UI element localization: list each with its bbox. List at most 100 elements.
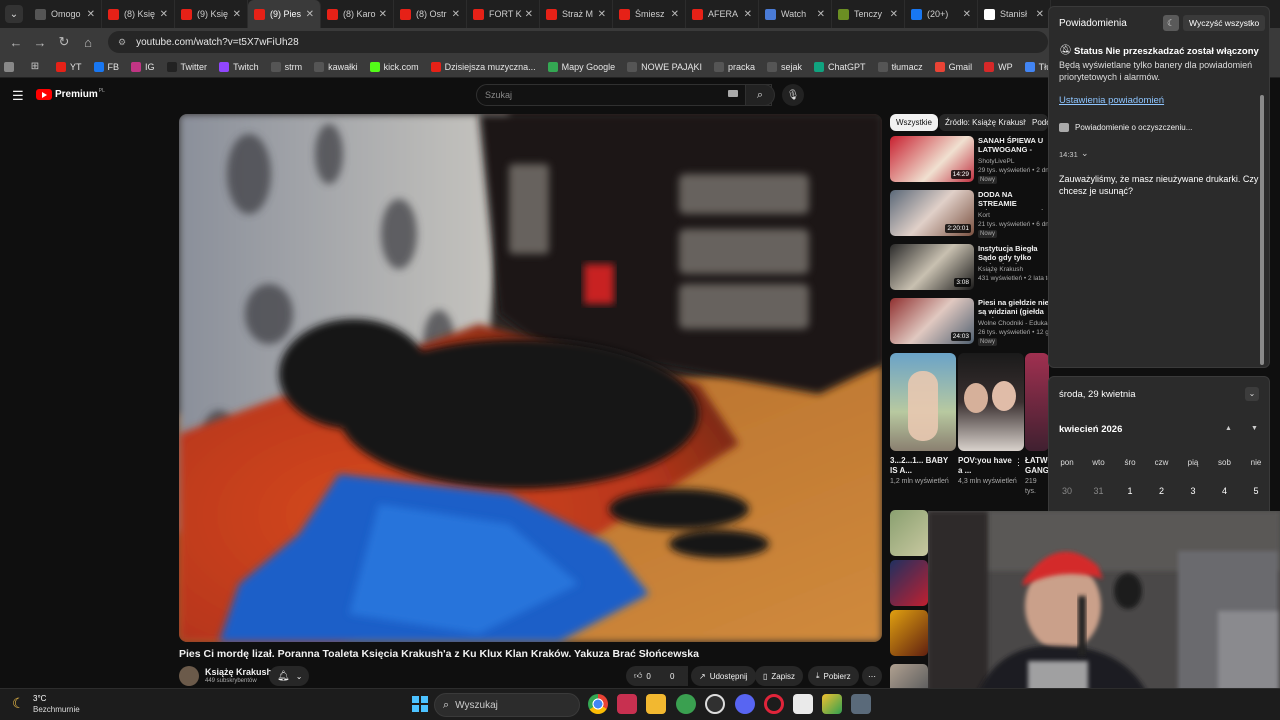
- browser-tab[interactable]: Stanisł ✕: [978, 0, 1051, 28]
- notification-message[interactable]: Zauważyliśmy, że masz nieużywane drukark…: [1059, 173, 1264, 197]
- browser-tab[interactable]: (8) Karo ✕: [321, 0, 394, 28]
- browser-tab[interactable]: (9) Pies ✕: [248, 0, 321, 28]
- channel-avatar[interactable]: [179, 666, 199, 686]
- browser-tab[interactable]: Tenczy ✕: [832, 0, 905, 28]
- calendar-day[interactable]: 1: [1122, 486, 1138, 496]
- bookmark-item[interactable]: sejak: [767, 61, 802, 72]
- related-thumbnail[interactable]: [890, 610, 928, 656]
- close-tab-icon[interactable]: ✕: [160, 9, 168, 20]
- obs-icon[interactable]: [705, 694, 725, 714]
- close-tab-icon[interactable]: ✕: [379, 9, 387, 20]
- forward-arrow-icon[interactable]: →: [28, 30, 52, 54]
- taskbar-search-box[interactable]: ⌕ Wyszukaj: [434, 693, 580, 717]
- video-player[interactable]: [179, 114, 882, 642]
- close-tab-icon[interactable]: ✕: [452, 9, 460, 20]
- download-button[interactable]: ⤓ Pobierz: [808, 666, 859, 686]
- browser-tab[interactable]: (8) Ostr ✕: [394, 0, 467, 28]
- browser-tab[interactable]: Watch ✕: [759, 0, 832, 28]
- close-tab-icon[interactable]: ✕: [817, 9, 825, 20]
- calculator-icon[interactable]: [851, 694, 871, 714]
- discord-icon[interactable]: [735, 694, 755, 714]
- related-video-item[interactable]: 2:20:01 DODA NA STREAMIE @latwogang8538 |…: [890, 190, 1054, 238]
- short-item[interactable]: ŁATWO GANG 219 tys.: [1025, 353, 1049, 497]
- short-item[interactable]: POV:you have a ... 4,3 mln wyświetleń ⋮: [958, 353, 1024, 487]
- close-tab-icon[interactable]: ✕: [87, 9, 95, 20]
- collapse-calendar-icon[interactable]: ⌄: [1245, 387, 1259, 401]
- grid-icon[interactable]: ⊞: [30, 61, 44, 72]
- related-thumbnail[interactable]: [890, 560, 928, 606]
- browser-tab[interactable]: (9) Księ ✕: [175, 0, 248, 28]
- bookmark-item[interactable]: NOWE PAJĄKI: [627, 61, 702, 72]
- bookmark-item[interactable]: Twitter: [166, 61, 207, 72]
- close-tab-icon[interactable]: ✕: [890, 9, 898, 20]
- bookmark-item[interactable]: Dzisiejsza muzyczna...: [430, 61, 536, 72]
- dnd-toggle-icon[interactable]: ☾: [1163, 15, 1179, 31]
- close-tab-icon[interactable]: ✕: [598, 9, 606, 20]
- short-more-icon[interactable]: ⋮: [1014, 457, 1023, 468]
- winamp-icon[interactable]: [822, 694, 842, 714]
- share-button[interactable]: ↗ Udostępnij: [691, 666, 756, 686]
- chip-all[interactable]: Wszystkie: [890, 114, 938, 131]
- close-tab-icon[interactable]: ✕: [744, 9, 752, 20]
- site-info-icon[interactable]: ⚙: [118, 37, 126, 48]
- chip-more[interactable]: Podo: [1026, 114, 1048, 131]
- bookmark-item[interactable]: pracka: [714, 61, 755, 72]
- related-thumbnail[interactable]: [890, 664, 928, 688]
- subscribe-bell-button[interactable]: 🔔︎ ⌄: [269, 666, 309, 686]
- chip-source[interactable]: Źródło: Książę Krakush: [939, 114, 1034, 131]
- bookmark-item[interactable]: WP: [984, 61, 1013, 72]
- close-tab-icon[interactable]: ✕: [306, 9, 314, 20]
- bookmark-item[interactable]: ChatGPT: [814, 61, 866, 72]
- chrome-icon[interactable]: [588, 694, 608, 714]
- bookmark-item[interactable]: strm: [270, 61, 302, 72]
- bookmark-item[interactable]: IG: [131, 61, 155, 72]
- clear-all-button[interactable]: Wyczyść wszystko: [1183, 15, 1266, 31]
- browser-tab[interactable]: AFERA ✕: [686, 0, 759, 28]
- bookmark-item[interactable]: YT: [56, 61, 82, 72]
- bookmark-item[interactable]: tłumacz: [877, 61, 923, 72]
- tab-search-chevron-icon[interactable]: ⌄: [5, 5, 23, 23]
- shield-icon[interactable]: [676, 694, 696, 714]
- browser-tab[interactable]: FORT K ✕: [467, 0, 540, 28]
- related-video-item[interactable]: 24:03 Piesi na giełdzie nie są widziani (…: [890, 298, 1053, 346]
- reload-icon[interactable]: ↻: [52, 30, 76, 54]
- related-video-item[interactable]: 14:29 SANAH ŚPIEWA U LATWOGANG - SZARY Sho…: [890, 136, 1058, 184]
- bookmark-item[interactable]: Gmail: [934, 61, 972, 72]
- browser-tab[interactable]: Omogo ✕: [29, 0, 102, 28]
- close-tab-icon[interactable]: ✕: [525, 9, 533, 20]
- calendar-day[interactable]: 2: [1154, 486, 1170, 496]
- close-tab-icon[interactable]: ✕: [671, 9, 679, 20]
- weather-moon-icon[interactable]: ☾: [12, 695, 25, 712]
- bookmark-item[interactable]: Twitch: [219, 61, 259, 72]
- calendar-day[interactable]: 3: [1185, 486, 1201, 496]
- back-arrow-icon[interactable]: ←: [4, 30, 28, 54]
- short-item[interactable]: 3...2...1... BABY IS A... 1,2 mln wyświe…: [890, 353, 956, 487]
- apps-icon[interactable]: [4, 61, 18, 72]
- windows-start-icon[interactable]: [410, 694, 430, 714]
- calendar-day[interactable]: 5: [1248, 486, 1264, 496]
- notepad-icon[interactable]: [793, 694, 813, 714]
- home-icon[interactable]: ⌂: [76, 30, 100, 54]
- prev-month-icon[interactable]: ▲: [1225, 425, 1232, 432]
- related-thumbnail[interactable]: [890, 510, 928, 556]
- bookmark-item[interactable]: kawałki: [314, 61, 358, 72]
- opera-icon[interactable]: [764, 694, 784, 714]
- calendar-month[interactable]: kwiecień 2026: [1059, 424, 1122, 435]
- bookmark-item[interactable]: FB: [93, 61, 119, 72]
- calendar-day[interactable]: 30: [1059, 486, 1075, 496]
- keyboard-icon[interactable]: [728, 90, 738, 97]
- more-actions-button[interactable]: ⋯: [862, 666, 882, 686]
- url-bar[interactable]: ⚙ youtube.com/watch?v=t5X7wFiUh28: [108, 31, 1048, 53]
- notification-settings-link[interactable]: Ustawienia powiadomień: [1059, 95, 1164, 106]
- close-tab-icon[interactable]: ✕: [233, 9, 241, 20]
- browser-tab[interactable]: (8) Księ ✕: [102, 0, 175, 28]
- hamburger-menu-icon[interactable]: ☰: [12, 88, 24, 104]
- bookmark-item[interactable]: kick.com: [369, 61, 419, 72]
- microphone-icon[interactable]: 🎙: [782, 84, 804, 106]
- scrollbar[interactable]: [1260, 95, 1264, 365]
- search-icon[interactable]: ⌕: [745, 84, 775, 106]
- bookmark-item[interactable]: Mapy Google: [547, 61, 615, 72]
- close-tab-icon[interactable]: ✕: [963, 9, 971, 20]
- next-month-icon[interactable]: ▼: [1251, 425, 1258, 432]
- calendar-day[interactable]: 4: [1217, 486, 1233, 496]
